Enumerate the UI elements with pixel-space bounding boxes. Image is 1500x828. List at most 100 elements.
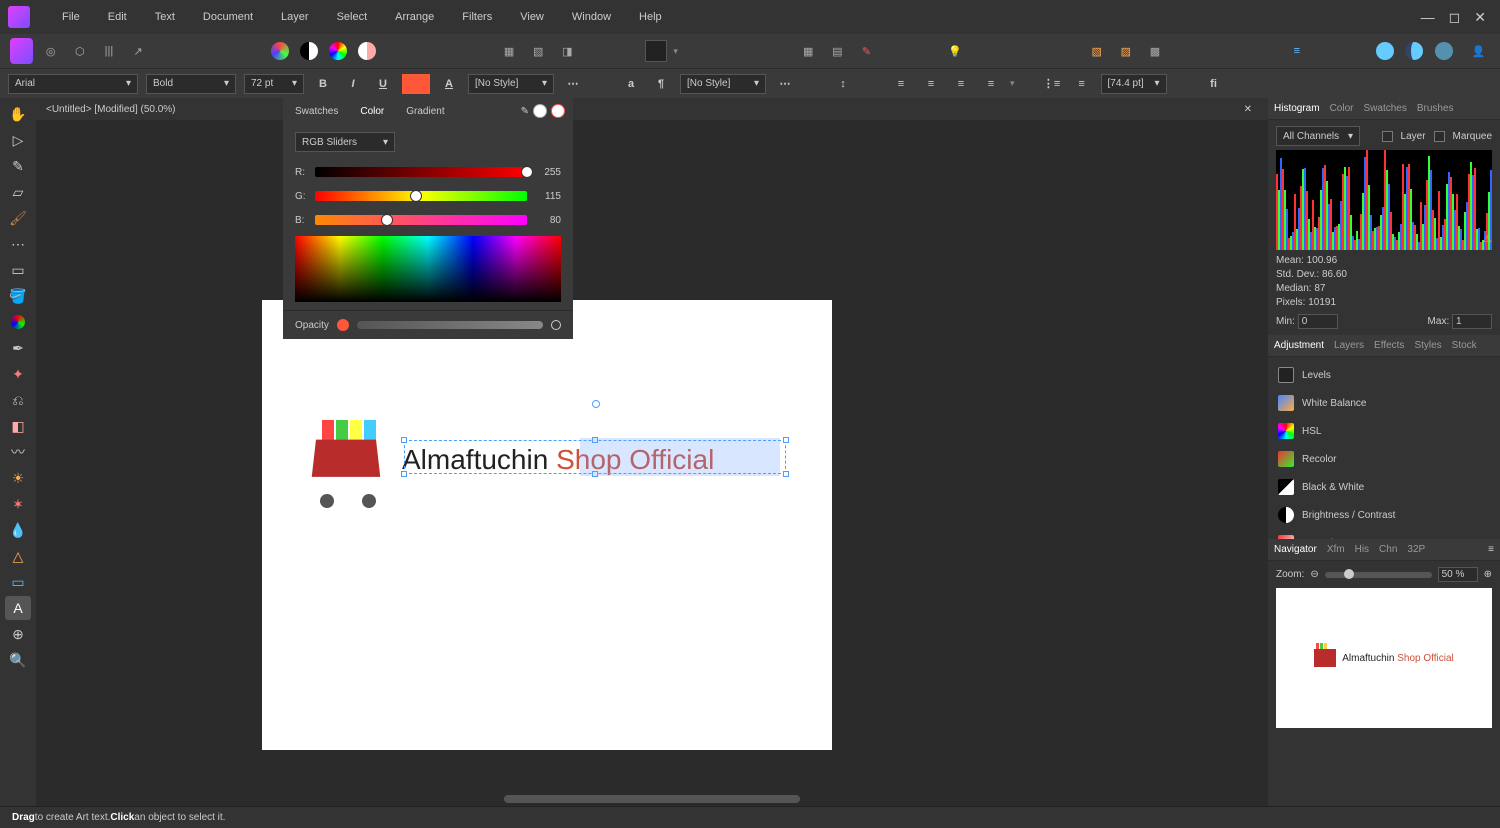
boolean-subtract-icon[interactable]: [1403, 38, 1426, 64]
boolean-add-icon[interactable]: [1374, 38, 1397, 64]
stroke-button[interactable]: A: [438, 73, 460, 95]
align-panel-icon[interactable]: ≡: [1285, 38, 1308, 64]
red-slider[interactable]: [315, 167, 527, 177]
healing-tool-icon[interactable]: ✦: [5, 362, 31, 386]
menu-arrange[interactable]: Arrange: [381, 5, 448, 29]
tab-color[interactable]: Color: [356, 102, 388, 121]
hand-tool-icon[interactable]: ✋: [5, 102, 31, 126]
tab-gradient[interactable]: Gradient: [402, 102, 448, 121]
blur-tool-icon[interactable]: 💧: [5, 518, 31, 542]
adjustment-posterize[interactable]: Posterize: [1268, 529, 1500, 539]
doc-add-icon[interactable]: ▧: [1085, 38, 1108, 64]
histogram-warning-icon[interactable]: ⚠: [1483, 234, 1492, 245]
persona-develop-icon[interactable]: ⬡: [68, 38, 91, 64]
tab-his[interactable]: His: [1355, 544, 1369, 555]
persona-liquify-icon[interactable]: ◎: [39, 38, 62, 64]
arrange-grid-icon[interactable]: ▦: [797, 38, 820, 64]
adjustment-recolor[interactable]: Recolor: [1268, 445, 1500, 473]
zoom-input[interactable]: [1438, 567, 1478, 582]
boolean-intersect-icon[interactable]: [1432, 38, 1455, 64]
tab-effects[interactable]: Effects: [1374, 340, 1404, 351]
tab-close-icon[interactable]: ✕: [1238, 104, 1258, 115]
menu-filters[interactable]: Filters: [448, 5, 506, 29]
sponge-tool-icon[interactable]: ✶: [5, 492, 31, 516]
tab-adjustment[interactable]: Adjustment: [1274, 340, 1324, 351]
menu-edit[interactable]: Edit: [94, 5, 141, 29]
text-fill-swatch[interactable]: [402, 74, 430, 94]
menu-document[interactable]: Document: [189, 5, 267, 29]
account-icon[interactable]: 👤: [1467, 38, 1490, 64]
underline-button[interactable]: U: [372, 73, 394, 95]
blue-slider[interactable]: [315, 215, 527, 225]
menu-file[interactable]: File: [48, 5, 94, 29]
tab-histo-brushes[interactable]: Brushes: [1417, 103, 1454, 114]
crop-dropdown-icon[interactable]: ▾: [673, 46, 678, 57]
marquee-tool-icon[interactable]: ▭: [5, 258, 31, 282]
tab-histo-swatches[interactable]: Swatches: [1363, 103, 1406, 114]
persona-tone-icon[interactable]: |||: [97, 38, 120, 64]
char-style-dropdown[interactable]: [No Style]▾: [468, 74, 554, 94]
zoom-out-icon[interactable]: ⊖: [1310, 569, 1318, 580]
align-right-button[interactable]: ≡: [950, 73, 972, 95]
eyedropper-icon[interactable]: ✎: [521, 106, 529, 117]
persona-photo-icon[interactable]: [10, 38, 33, 64]
zoom-in-icon[interactable]: ⊕: [1484, 569, 1492, 580]
vertical-align-button[interactable]: ↕: [832, 73, 854, 95]
gradient-tool-icon[interactable]: [5, 310, 31, 334]
font-size-dropdown[interactable]: 72 pt▾: [244, 74, 304, 94]
selection-marquee-icon[interactable]: ▦: [498, 38, 521, 64]
leading-dropdown[interactable]: [74.4 pt]▾: [1101, 74, 1167, 94]
align-justify-button[interactable]: ≡: [980, 73, 1002, 95]
list-number-button[interactable]: ≡: [1071, 73, 1093, 95]
doc-remove-icon[interactable]: ▩: [1143, 38, 1166, 64]
tab-navigator[interactable]: Navigator: [1274, 544, 1317, 555]
close-icon[interactable]: ✕: [1474, 9, 1486, 26]
brush-tool-icon[interactable]: 🖌: [5, 206, 31, 230]
green-slider[interactable]: [315, 191, 527, 201]
adjustment-levels[interactable]: Levels: [1268, 361, 1500, 389]
zoom-slider[interactable]: [1325, 572, 1432, 578]
align-left-button[interactable]: ≡: [890, 73, 912, 95]
menu-select[interactable]: Select: [323, 5, 382, 29]
canvas-area[interactable]: Almaftuchin Shop Official: [36, 120, 1268, 806]
text-tool-icon[interactable]: A: [5, 596, 31, 620]
menu-layer[interactable]: Layer: [267, 5, 323, 29]
zoom-tool-icon[interactable]: 🔍: [5, 648, 31, 672]
smudge-tool-icon[interactable]: 〰: [5, 440, 31, 464]
tab-histo-color[interactable]: Color: [1330, 103, 1354, 114]
tab-histogram[interactable]: Histogram: [1274, 103, 1320, 114]
menu-window[interactable]: Window: [558, 5, 625, 29]
dodge-tool-icon[interactable]: ☀: [5, 466, 31, 490]
color-field[interactable]: [295, 236, 561, 302]
min-input[interactable]: [1298, 314, 1338, 329]
adjustment-white-balance[interactable]: White Balance: [1268, 389, 1500, 417]
swatch-button[interactable]: [268, 38, 291, 64]
paragraph-button[interactable]: ¶: [650, 73, 672, 95]
case-button[interactable]: a: [620, 73, 642, 95]
document-tab[interactable]: <Untitled> [Modified] (50.0%) ✕: [36, 98, 1268, 120]
para-style-dropdown[interactable]: [No Style]▾: [680, 74, 766, 94]
persona-export-icon[interactable]: ↗: [127, 38, 150, 64]
italic-button[interactable]: I: [342, 73, 364, 95]
char-panel-button[interactable]: ⋯: [562, 73, 584, 95]
shape-tool-icon[interactable]: ▭: [5, 570, 31, 594]
color-mode-dropdown[interactable]: RGB Sliders▾: [295, 132, 395, 152]
tab-styles[interactable]: Styles: [1414, 340, 1441, 351]
marquee-checkbox[interactable]: [1434, 131, 1445, 142]
color-wheel-icon[interactable]: [327, 38, 350, 64]
auto-correct-icon[interactable]: ✎: [855, 38, 878, 64]
list-bullet-button[interactable]: ⋮≡: [1041, 73, 1063, 95]
contrast-icon[interactable]: [297, 38, 320, 64]
minimize-icon[interactable]: —: [1421, 9, 1435, 26]
layer-checkbox[interactable]: [1382, 131, 1393, 142]
ligature-button[interactable]: fi: [1203, 73, 1225, 95]
pen-tool-icon[interactable]: ✒: [5, 336, 31, 360]
tone-circle-icon[interactable]: [356, 38, 379, 64]
eraser-tool-icon[interactable]: ◧: [5, 414, 31, 438]
sharpen-tool-icon[interactable]: △: [5, 544, 31, 568]
selection-tool-icon[interactable]: ⋯: [5, 232, 31, 256]
menu-text[interactable]: Text: [141, 5, 189, 29]
selection-refine-icon[interactable]: ▧: [527, 38, 550, 64]
menu-help[interactable]: Help: [625, 5, 676, 29]
foreground-swatch[interactable]: [533, 104, 547, 118]
